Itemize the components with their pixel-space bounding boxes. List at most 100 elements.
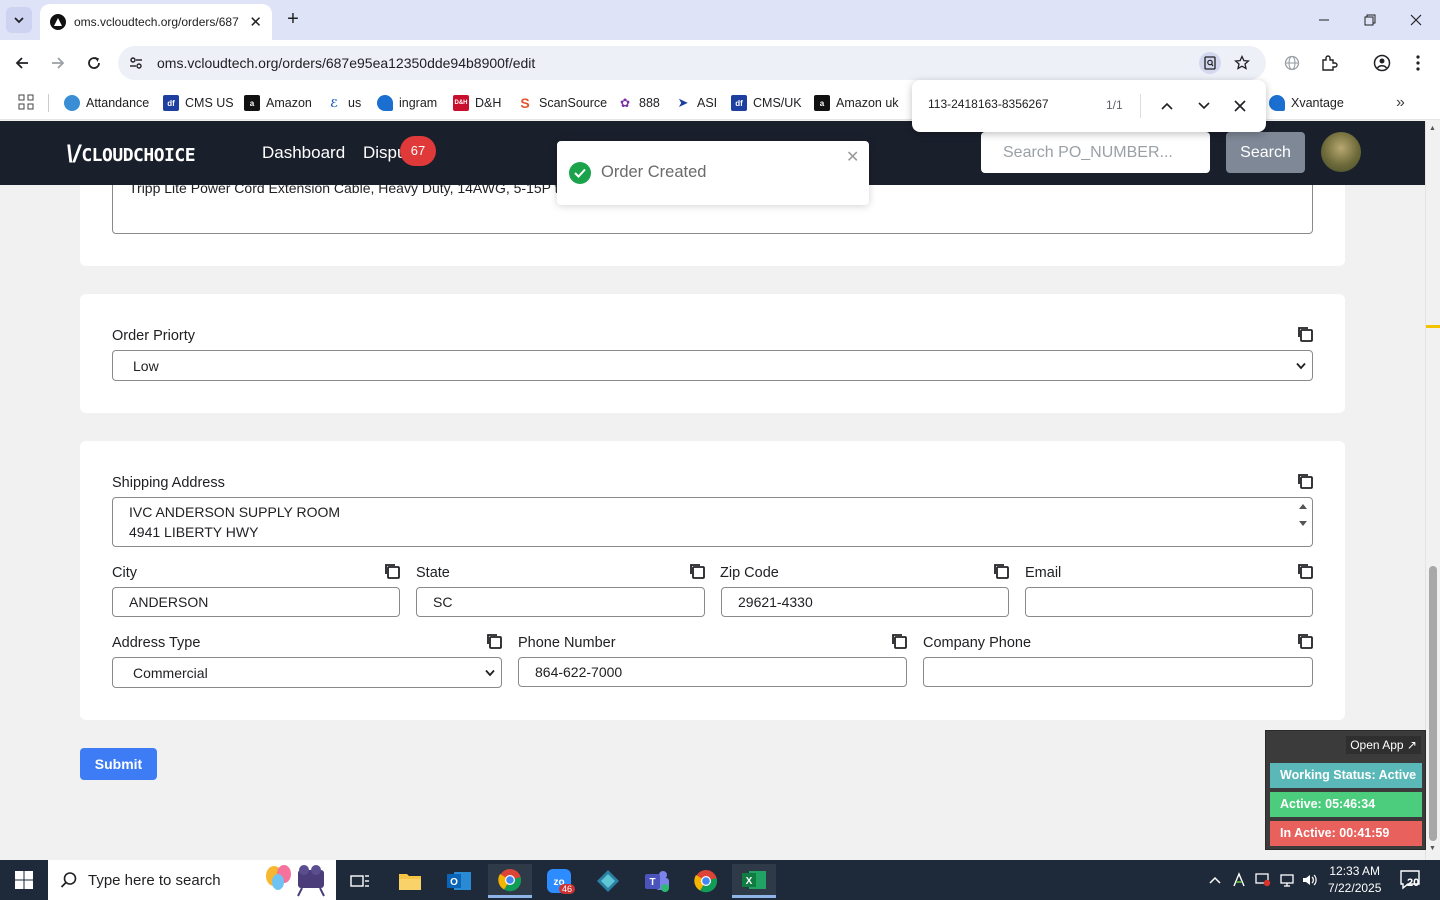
copy-icon[interactable]: [992, 562, 1010, 580]
copy-icon[interactable]: [688, 562, 706, 580]
bookmark-dh[interactable]: D&H D&H: [453, 92, 501, 114]
address-type-select[interactable]: Commercial: [112, 657, 502, 688]
bookmark-us[interactable]: ℰus: [326, 92, 361, 114]
find-previous-button[interactable]: [1156, 95, 1178, 117]
close-window-button[interactable]: [1404, 8, 1428, 32]
find-match-count: 1/1: [1106, 98, 1123, 112]
site-settings-icon[interactable]: [128, 55, 144, 71]
email-input[interactable]: [1025, 587, 1313, 617]
copy-icon[interactable]: [1296, 632, 1314, 650]
shipping-address-card: Shipping Address IVC ANDERSON SUPPLY ROO…: [80, 441, 1345, 720]
bookmark-star-icon[interactable]: [1231, 52, 1253, 74]
bookmark-asi[interactable]: ➤ ASI: [675, 92, 717, 114]
svg-text:O: O: [450, 877, 458, 888]
cms-icon: df: [731, 95, 747, 111]
bookmark-attandance[interactable]: Attandance: [64, 92, 149, 114]
toast-close-icon[interactable]: ✕: [846, 147, 859, 167]
copy-icon[interactable]: [890, 632, 908, 650]
tab-title: oms.vcloudtech.org/orders/687: [74, 15, 239, 29]
minimize-button[interactable]: [1312, 8, 1336, 32]
address-line-1: IVC ANDERSON SUPPLY ROOM: [129, 504, 341, 520]
task-view-button[interactable]: [338, 864, 382, 898]
browser-tab-bar: oms.vcloudtech.org/orders/687 ✕ +: [0, 0, 1440, 40]
tab-search-button[interactable]: [6, 7, 32, 33]
xvantage-icon: [1269, 95, 1285, 111]
clock-time: 12:33 AM: [1329, 864, 1381, 878]
scroll-up-icon[interactable]: ▲: [1429, 125, 1436, 132]
taskbar-teams[interactable]: T: [635, 864, 679, 898]
more-bookmarks-icon[interactable]: »: [1396, 94, 1405, 112]
copy-icon[interactable]: [1296, 325, 1314, 343]
po-number-search-input[interactable]: [981, 132, 1210, 173]
open-app-button[interactable]: Open App ↗: [1346, 736, 1421, 754]
bookmark-888[interactable]: ✿ 888: [617, 92, 660, 114]
taskbar-chrome[interactable]: [488, 864, 532, 898]
system-clock[interactable]: 12:33 AM 7/22/2025: [1328, 863, 1381, 897]
extensions-icon[interactable]: [1317, 51, 1341, 75]
find-next-button[interactable]: [1193, 95, 1215, 117]
company-phone-input[interactable]: [923, 657, 1313, 687]
show-hidden-icons[interactable]: [1207, 872, 1223, 888]
security-icon[interactable]: [1255, 872, 1271, 888]
bookmark-cms-uk[interactable]: df CMS/UK: [731, 92, 802, 114]
back-button[interactable]: [10, 51, 34, 75]
network-icon[interactable]: [1279, 872, 1295, 888]
city-input[interactable]: ANDERSON: [112, 587, 400, 617]
diamond-app-icon: [597, 870, 619, 892]
bookmark-amazon-uk[interactable]: a Amazon uk: [814, 92, 899, 114]
city-value: ANDERSON: [129, 594, 209, 610]
reload-button[interactable]: [82, 51, 106, 75]
forward-button[interactable]: [46, 51, 70, 75]
taskbar-file-explorer[interactable]: [388, 864, 432, 898]
bookmark-label: ingram: [399, 96, 438, 110]
find-input[interactable]: 113-2418163-8356267: [928, 97, 1049, 111]
profile-icon[interactable]: [1370, 51, 1394, 75]
url-bar[interactable]: oms.vcloudtech.org/orders/687e95ea12350d…: [118, 46, 1266, 80]
find-close-button[interactable]: [1229, 95, 1251, 117]
taskbar-search-box[interactable]: Type here to search: [48, 860, 336, 900]
textarea-scroll-arrows-icon[interactable]: [1298, 502, 1308, 528]
page-scrollbar[interactable]: ▲ ▼: [1425, 121, 1440, 860]
phone-number-value: 864-622-7000: [535, 664, 623, 680]
apps-grid-icon[interactable]: [18, 94, 34, 110]
bookmark-amazon[interactable]: a Amazon: [244, 92, 312, 114]
bookmark-scansource[interactable]: S ScanSource: [517, 92, 607, 114]
browser-tab[interactable]: oms.vcloudtech.org/orders/687 ✕: [40, 4, 272, 40]
translate-icon[interactable]: [1280, 51, 1304, 75]
nav-dashboard[interactable]: Dashboard: [262, 143, 345, 163]
restore-button[interactable]: [1358, 8, 1382, 32]
copy-icon[interactable]: [1296, 472, 1314, 490]
order-priority-select[interactable]: Low: [112, 350, 1313, 381]
phone-number-input[interactable]: 864-622-7000: [518, 657, 907, 687]
taskbar-outlook[interactable]: O: [437, 864, 481, 898]
shipping-address-textarea[interactable]: IVC ANDERSON SUPPLY ROOM 4941 LIBERTY HW…: [112, 497, 1313, 547]
cloudchoice-logo[interactable]: \/ CLOUDCHOICE: [66, 141, 196, 169]
browser-menu-icon[interactable]: [1406, 51, 1430, 75]
taskbar-zoom[interactable]: zo 46: [537, 864, 581, 898]
find-in-page-icon[interactable]: [1199, 52, 1221, 74]
copy-icon[interactable]: [1296, 562, 1314, 580]
scroll-down-icon[interactable]: ▼: [1429, 845, 1436, 852]
copy-icon[interactable]: [383, 562, 401, 580]
user-avatar[interactable]: [1321, 132, 1361, 172]
company-phone-label: Company Phone: [923, 635, 1032, 651]
submit-button[interactable]: Submit: [80, 748, 157, 780]
taskbar-excel[interactable]: X: [732, 864, 776, 898]
volume-icon[interactable]: [1302, 872, 1318, 888]
zip-code-input[interactable]: 29621-4330: [721, 587, 1009, 617]
search-button[interactable]: Search: [1226, 132, 1305, 173]
bookmark-xvantage[interactable]: Xvantage: [1269, 92, 1344, 114]
tab-close-icon[interactable]: ✕: [249, 13, 262, 31]
copy-icon[interactable]: [485, 632, 503, 650]
bookmark-ingram[interactable]: ingram: [377, 92, 437, 114]
scrollbar-thumb[interactable]: [1429, 566, 1437, 841]
taskbar-chrome-profile[interactable]: [684, 864, 728, 898]
chevron-down-icon: [485, 669, 495, 676]
start-button[interactable]: [0, 860, 48, 900]
state-input[interactable]: SC: [416, 587, 705, 617]
bookmark-cms-us[interactable]: df CMS US: [163, 92, 234, 114]
taskbar-app-diamond[interactable]: [586, 864, 630, 898]
new-tab-button[interactable]: +: [282, 8, 304, 30]
tray-app-icon[interactable]: [1231, 872, 1247, 888]
clock-date: 7/22/2025: [1328, 881, 1382, 895]
